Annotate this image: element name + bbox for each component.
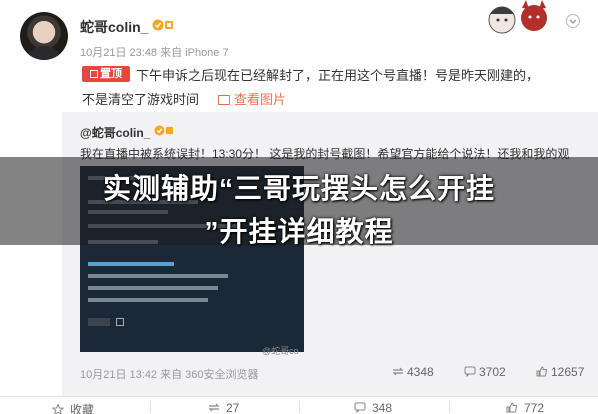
repost-box: @蛇哥colin_ 我在直播中被系统误封！13:30分！ 这是我的封号截图！希望… <box>62 112 598 396</box>
comments-count: 348 <box>372 401 393 414</box>
pinned-badge: 置顶 <box>82 66 130 82</box>
repost-comments[interactable]: 3702 <box>464 365 506 379</box>
repost-likes-count: 12657 <box>551 365 585 379</box>
action-bar: 收藏 27 348 772 <box>0 396 598 414</box>
repost-comments-count: 3702 <box>479 365 506 379</box>
like-icon <box>536 366 548 377</box>
likes-count: 772 <box>524 401 545 414</box>
chevron-down-icon[interactable] <box>566 14 580 28</box>
reposts-count: 27 <box>226 401 240 414</box>
comment-icon <box>464 366 476 377</box>
repost-time: 10月21日 13:42 来自 360安全浏览器 <box>80 369 259 381</box>
comment-button[interactable]: 348 <box>354 401 392 414</box>
like-icon <box>506 402 518 413</box>
weibo-post: 蛇哥colin_ 10月21日 23:48 来自 iPhone 7 置顶 下午申… <box>0 0 598 414</box>
pin-icon <box>90 70 98 78</box>
post-text-line1: 下午申诉之后现在已经解封了，正在用这个号直播！号是昨天刚建的， <box>136 68 540 83</box>
view-image-link[interactable]: 查看图片 <box>218 89 286 108</box>
repost-username[interactable]: @蛇哥colin_ <box>80 124 150 141</box>
repost-icon <box>208 403 220 412</box>
avatar[interactable] <box>20 12 68 60</box>
favorite-label: 收藏 <box>70 403 95 414</box>
star-icon <box>52 404 64 414</box>
title-line1: 实测辅助“三哥玩摆头怎么开挂 <box>102 173 495 204</box>
favorite-button[interactable]: 收藏 <box>52 401 94 414</box>
view-image-label: 查看图片 <box>234 92 287 107</box>
pinned-label: 置顶 <box>100 68 122 80</box>
post-username[interactable]: 蛇哥colin_ <box>80 17 148 37</box>
comment-icon <box>354 402 366 413</box>
repost-icon <box>392 367 404 376</box>
repost-button[interactable]: 27 <box>208 401 239 414</box>
title-line2: ”开挂详细教程 <box>204 216 394 247</box>
image-icon <box>218 95 230 105</box>
repost-reposts[interactable]: 4348 <box>392 365 434 379</box>
verified-icon <box>154 125 174 136</box>
repost-likes[interactable]: 12657 <box>536 365 584 379</box>
post-text-line2: 不是清空了游戏时间 <box>82 92 200 107</box>
watermark: @蛇哥co <box>262 346 299 356</box>
verified-icon <box>152 19 173 31</box>
like-button[interactable]: 772 <box>506 401 544 414</box>
sticker-decoration <box>488 0 547 34</box>
repost-reposts-count: 4348 <box>407 365 434 379</box>
post-meta: 10月21日 23:48 来自 iPhone 7 <box>80 47 229 59</box>
